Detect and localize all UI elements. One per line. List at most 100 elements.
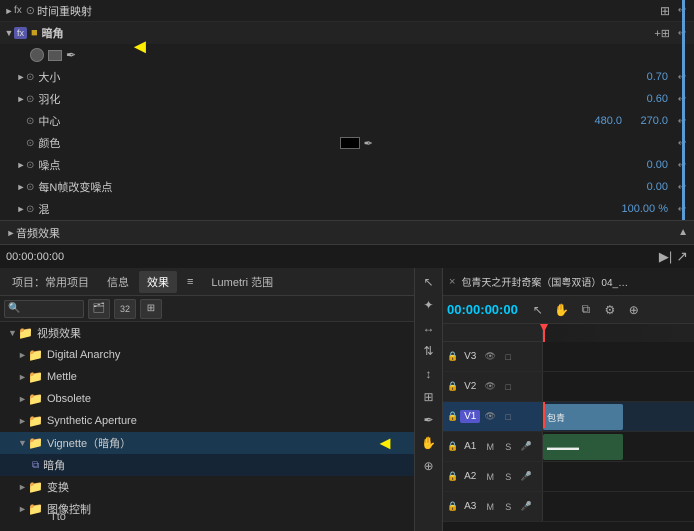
center-value2[interactable]: 270.0 [628, 115, 668, 127]
circle-shape-icon[interactable] [30, 48, 44, 62]
track-v2-eye2[interactable]: □ [500, 379, 516, 395]
32-btn[interactable]: 32 [114, 299, 136, 319]
cursor-tool-btn[interactable]: ↖ [419, 272, 439, 292]
track-v2: 🔒 V2 👁 □ [443, 372, 694, 402]
mix-arrow[interactable]: ► [16, 204, 26, 214]
track-v2-lock[interactable]: 🔒 [447, 381, 458, 392]
zoom-tool-btn[interactable]: ⊕ [419, 456, 439, 476]
pen-shape-icon[interactable]: ✒ [66, 48, 76, 62]
tab-effects[interactable]: 效果 [139, 271, 177, 293]
track-a3-name: A3 [460, 501, 480, 512]
tree-item-transform[interactable]: ► 📁 变换 [0, 476, 414, 498]
tree-item-vignette[interactable]: ▼ 📁 Vignette（暗角） ◄ [0, 432, 414, 454]
slip-tool-btn[interactable]: ⊞ [419, 387, 439, 407]
tree-item-synthetic-aperture[interactable]: ► 📁 Synthetic Aperture [0, 410, 414, 432]
time-remap-expand[interactable]: ⊞ [660, 4, 670, 18]
search-box[interactable]: 🔍 [4, 300, 84, 318]
tl-settings-icon[interactable]: ⚙ [600, 300, 620, 320]
track-v2-area [543, 372, 694, 401]
transform-label: 变换 [47, 479, 69, 495]
ripple-edit-btn[interactable]: ↔ [419, 318, 439, 338]
synthetic-aperture-arrow: ► [18, 416, 28, 426]
tree-item-digital-anarchy[interactable]: ► 📁 Digital Anarchy [0, 344, 414, 366]
track-v2-name: V2 [460, 381, 480, 392]
track-a2-lock[interactable]: 🔒 [447, 471, 458, 482]
noise-per-value[interactable]: 0.00 [628, 181, 668, 193]
track-v3-eye2[interactable]: □ [500, 349, 516, 365]
tab-project[interactable]: 项目：常用项目 [4, 271, 97, 293]
track-v2-eye[interactable]: 👁 [482, 379, 498, 395]
track-v1-lock[interactable]: 🔒 [447, 411, 458, 422]
timeline-tools: 00:00:00:00 ↖ ✋ ⧉ ⚙ ⊕ [443, 296, 694, 324]
right-bottom-panel: × 包青天之开封奇案（国粤双语）04_clip 00:00:00:00 ↖ ✋ … [443, 268, 694, 531]
track-a1-lock[interactable]: 🔒 [447, 441, 458, 452]
track-a2-mic[interactable]: 🎤 [518, 469, 534, 485]
track-v1-controls: 🔒 V1 👁 □ [443, 402, 543, 431]
tl-extra-icon[interactable]: ⊕ [624, 300, 644, 320]
tree-item-mettle[interactable]: ► 📁 Mettle [0, 366, 414, 388]
audio-collapse-icon[interactable]: ▲ [678, 227, 688, 238]
play-to-in-icon[interactable]: ▶| [659, 249, 672, 265]
close-timeline-btn[interactable]: × [449, 276, 455, 288]
size-label: 大小 [38, 69, 628, 85]
razor-tool-btn[interactable]: ↕ [419, 364, 439, 384]
track-a1-s[interactable]: S [500, 439, 516, 455]
grid-icon: ⊞ [147, 303, 155, 314]
track-a3-lock[interactable]: 🔒 [447, 501, 458, 512]
mix-value[interactable]: 100.00 % [622, 203, 668, 215]
track-v3-eye[interactable]: 👁 [482, 349, 498, 365]
track-a2-m[interactable]: M [482, 469, 498, 485]
track-select-btn[interactable]: ✦ [419, 295, 439, 315]
tl-cursor-icon[interactable]: ↖ [528, 300, 548, 320]
pen-tool-btn[interactable]: ✒ [419, 410, 439, 430]
shape-row: ✒ [0, 44, 694, 66]
grid-btn[interactable]: ⊞ [140, 299, 162, 319]
timeline-timecode[interactable]: 00:00:00:00 [447, 302, 518, 317]
track-a3-mic[interactable]: 🎤 [518, 499, 534, 515]
feather-value[interactable]: 0.60 [628, 93, 668, 105]
mix-label: 混 [38, 201, 621, 217]
tab-menu[interactable]: ≡ [179, 273, 201, 291]
new-bin-btn[interactable]: 🗂 [88, 299, 110, 319]
v1-clip[interactable]: 包青 [543, 404, 623, 430]
tree-item-video-effects[interactable]: ▼ 📁 视频效果 [0, 322, 414, 344]
rect-shape-icon[interactable] [48, 50, 62, 61]
noise-per-arrow[interactable]: ► [16, 182, 26, 192]
tree-item-obsolete[interactable]: ► 📁 Obsolete [0, 388, 414, 410]
audio-label: 音频效果 [16, 225, 347, 241]
tab-info[interactable]: 信息 [99, 271, 137, 293]
track-a1-mic[interactable]: 🎤 [518, 439, 534, 455]
center-value1[interactable]: 480.0 [582, 115, 622, 127]
vignette-arrow[interactable]: ▼ [4, 28, 14, 38]
tab-lumetri[interactable]: Lumetri 范围 [203, 271, 281, 293]
time-remap-arrow[interactable]: ► [4, 6, 14, 16]
track-a1-m[interactable]: M [482, 439, 498, 455]
rate-stretch-btn[interactable]: ⇅ [419, 341, 439, 361]
track-v1-eye2[interactable]: □ [500, 409, 516, 425]
noise-arrow[interactable]: ► [16, 160, 26, 170]
a1-clip[interactable]: ▬▬▬▬ [543, 434, 623, 460]
vignette-fx-row: ▼ fx ■ 暗角 ◄ +⊞ ↩ [0, 22, 694, 44]
track-a3-m[interactable]: M [482, 499, 498, 515]
a1-clip-label: ▬▬▬▬ [547, 443, 579, 452]
track-v1-eye[interactable]: 👁 [482, 409, 498, 425]
hand-tool-btn[interactable]: ✋ [419, 433, 439, 453]
tree-item-darkangle[interactable]: ⧉ 暗角 [0, 454, 414, 476]
ruler-bg [543, 324, 694, 342]
bottom-area: 项目：常用项目 信息 效果 ≡ Lumetri 范围 🔍 🗂 32 ⊞ [0, 268, 694, 531]
noise-value[interactable]: 0.00 [628, 159, 668, 171]
audio-expand-icon[interactable]: ► [6, 228, 16, 238]
export-icon[interactable]: ↗ [676, 248, 688, 265]
track-v3-lock[interactable]: 🔒 [447, 351, 458, 362]
feather-arrow[interactable]: ► [16, 94, 26, 104]
size-value[interactable]: 0.70 [628, 71, 668, 83]
color-swatch[interactable] [340, 137, 360, 149]
size-arrow[interactable]: ► [16, 72, 26, 82]
vignette-add-btn[interactable]: +⊞ [654, 27, 670, 40]
track-a3-s[interactable]: S [500, 499, 516, 515]
tl-cut-icon[interactable]: ⧉ [576, 300, 596, 320]
color-picker-icon[interactable]: ✒ [364, 137, 373, 150]
feather-row: ► ⊙ 羽化 0.60 ↩ [0, 88, 694, 110]
track-a2-s[interactable]: S [500, 469, 516, 485]
tl-hand-icon[interactable]: ✋ [552, 300, 572, 320]
